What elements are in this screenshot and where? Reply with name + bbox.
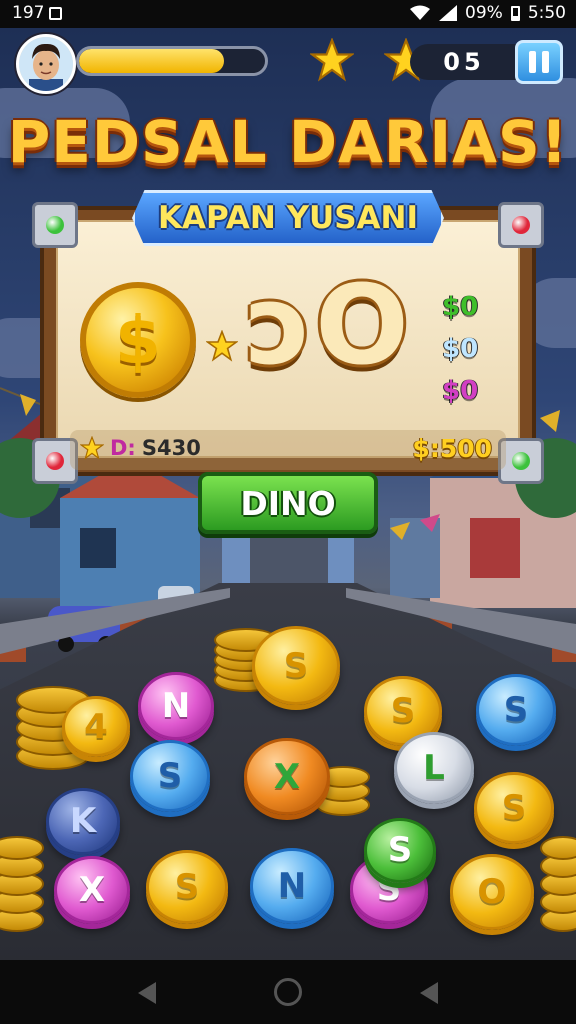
coin[interactable]: 4 [62, 696, 130, 758]
status-left: 197 [12, 3, 63, 23]
big-number: ɔO [246, 261, 413, 389]
coin[interactable]: O [450, 854, 534, 930]
coin-stack [540, 824, 576, 934]
xp-progress-bar [76, 46, 268, 76]
info-left-prefix: D: [110, 436, 136, 460]
status-left-text: 197 [12, 3, 45, 23]
coin[interactable]: S [476, 674, 556, 746]
coin[interactable]: X [54, 856, 130, 925]
game-scene: 05 PEDSAL DARIAS! KAPAN YUSANI $ ɔO $0 $… [0, 28, 576, 960]
corner-bolt [498, 202, 544, 248]
corner-light [512, 216, 530, 234]
coin[interactable]: X [244, 738, 330, 816]
status-time: 5:50 [527, 3, 566, 23]
coin[interactable]: N [138, 672, 214, 741]
coin[interactable]: S [252, 626, 340, 706]
coin-letter: N [161, 686, 191, 727]
info-left-value: S430 [141, 436, 201, 460]
coin-letter: K [69, 801, 97, 842]
xp-progress-fill [79, 49, 225, 73]
coin-letter: S [387, 830, 413, 871]
coin[interactable]: S [474, 772, 554, 844]
coin[interactable]: S [364, 818, 436, 883]
coin[interactable]: K [46, 788, 120, 855]
coin-letter: O [477, 871, 507, 912]
recents-icon[interactable] [420, 982, 438, 1004]
navigation-bar [0, 960, 576, 1024]
player-avatar[interactable] [16, 34, 76, 94]
coin[interactable]: N [250, 848, 334, 924]
battery-percent: 09% [465, 3, 503, 23]
star-icon [310, 38, 354, 82]
signal-icon [439, 5, 458, 21]
coin-letter: N [277, 865, 307, 906]
coin-letter: S [390, 691, 416, 732]
corner-light [46, 452, 64, 470]
corner-light [46, 216, 64, 234]
home-icon[interactable] [274, 978, 302, 1006]
coin-letter: L [423, 748, 445, 788]
wifi-icon [410, 5, 431, 20]
coin-letter: X [78, 870, 106, 911]
coin[interactable]: S [130, 740, 210, 812]
coin-letter: S [157, 756, 183, 796]
info-right: $:500 [412, 434, 492, 463]
corner-bolt [32, 202, 78, 248]
coin-letter: S [501, 788, 527, 828]
side-value: $0 [442, 292, 479, 322]
info-left: D: S430 [80, 436, 201, 460]
game-title: PEDSAL DARIAS! [7, 108, 569, 176]
coin-letter: S [503, 690, 529, 730]
coin[interactable]: S [146, 850, 228, 924]
screenshot-icon [49, 6, 63, 20]
coin-letter: 4 [84, 706, 108, 747]
score-counter: 05 [410, 44, 518, 80]
ribbon-text: KAPAN YUSANI [157, 200, 419, 236]
back-icon[interactable] [138, 982, 156, 1004]
side-value: $0 [442, 376, 479, 406]
status-bar: 197 09% 5:50 [0, 0, 576, 28]
coin-symbol: $ [115, 301, 161, 379]
battery-icon [510, 5, 520, 21]
pause-button[interactable] [515, 40, 563, 84]
status-right: 09% 5:50 [409, 3, 566, 23]
star-icon [80, 436, 104, 460]
board-ribbon: KAPAN YUSANI [132, 190, 444, 246]
pause-icon [529, 51, 536, 73]
coin-letter: X [273, 756, 301, 797]
dollar-coin-icon: $ [80, 282, 196, 398]
dino-button[interactable]: DINO [198, 472, 378, 534]
reward-board: KAPAN YUSANI $ ɔO $0 $0 $0 D: S430 $:500 [32, 190, 544, 484]
pause-icon [542, 51, 549, 73]
coin-letter: S [283, 645, 309, 686]
star-icon [206, 330, 238, 362]
avatar-icon [19, 37, 73, 91]
coin-letter: S [174, 866, 200, 907]
coin[interactable]: L [394, 732, 474, 804]
corner-light [512, 452, 530, 470]
coin-stack [0, 824, 44, 934]
side-value: $0 [442, 334, 479, 364]
